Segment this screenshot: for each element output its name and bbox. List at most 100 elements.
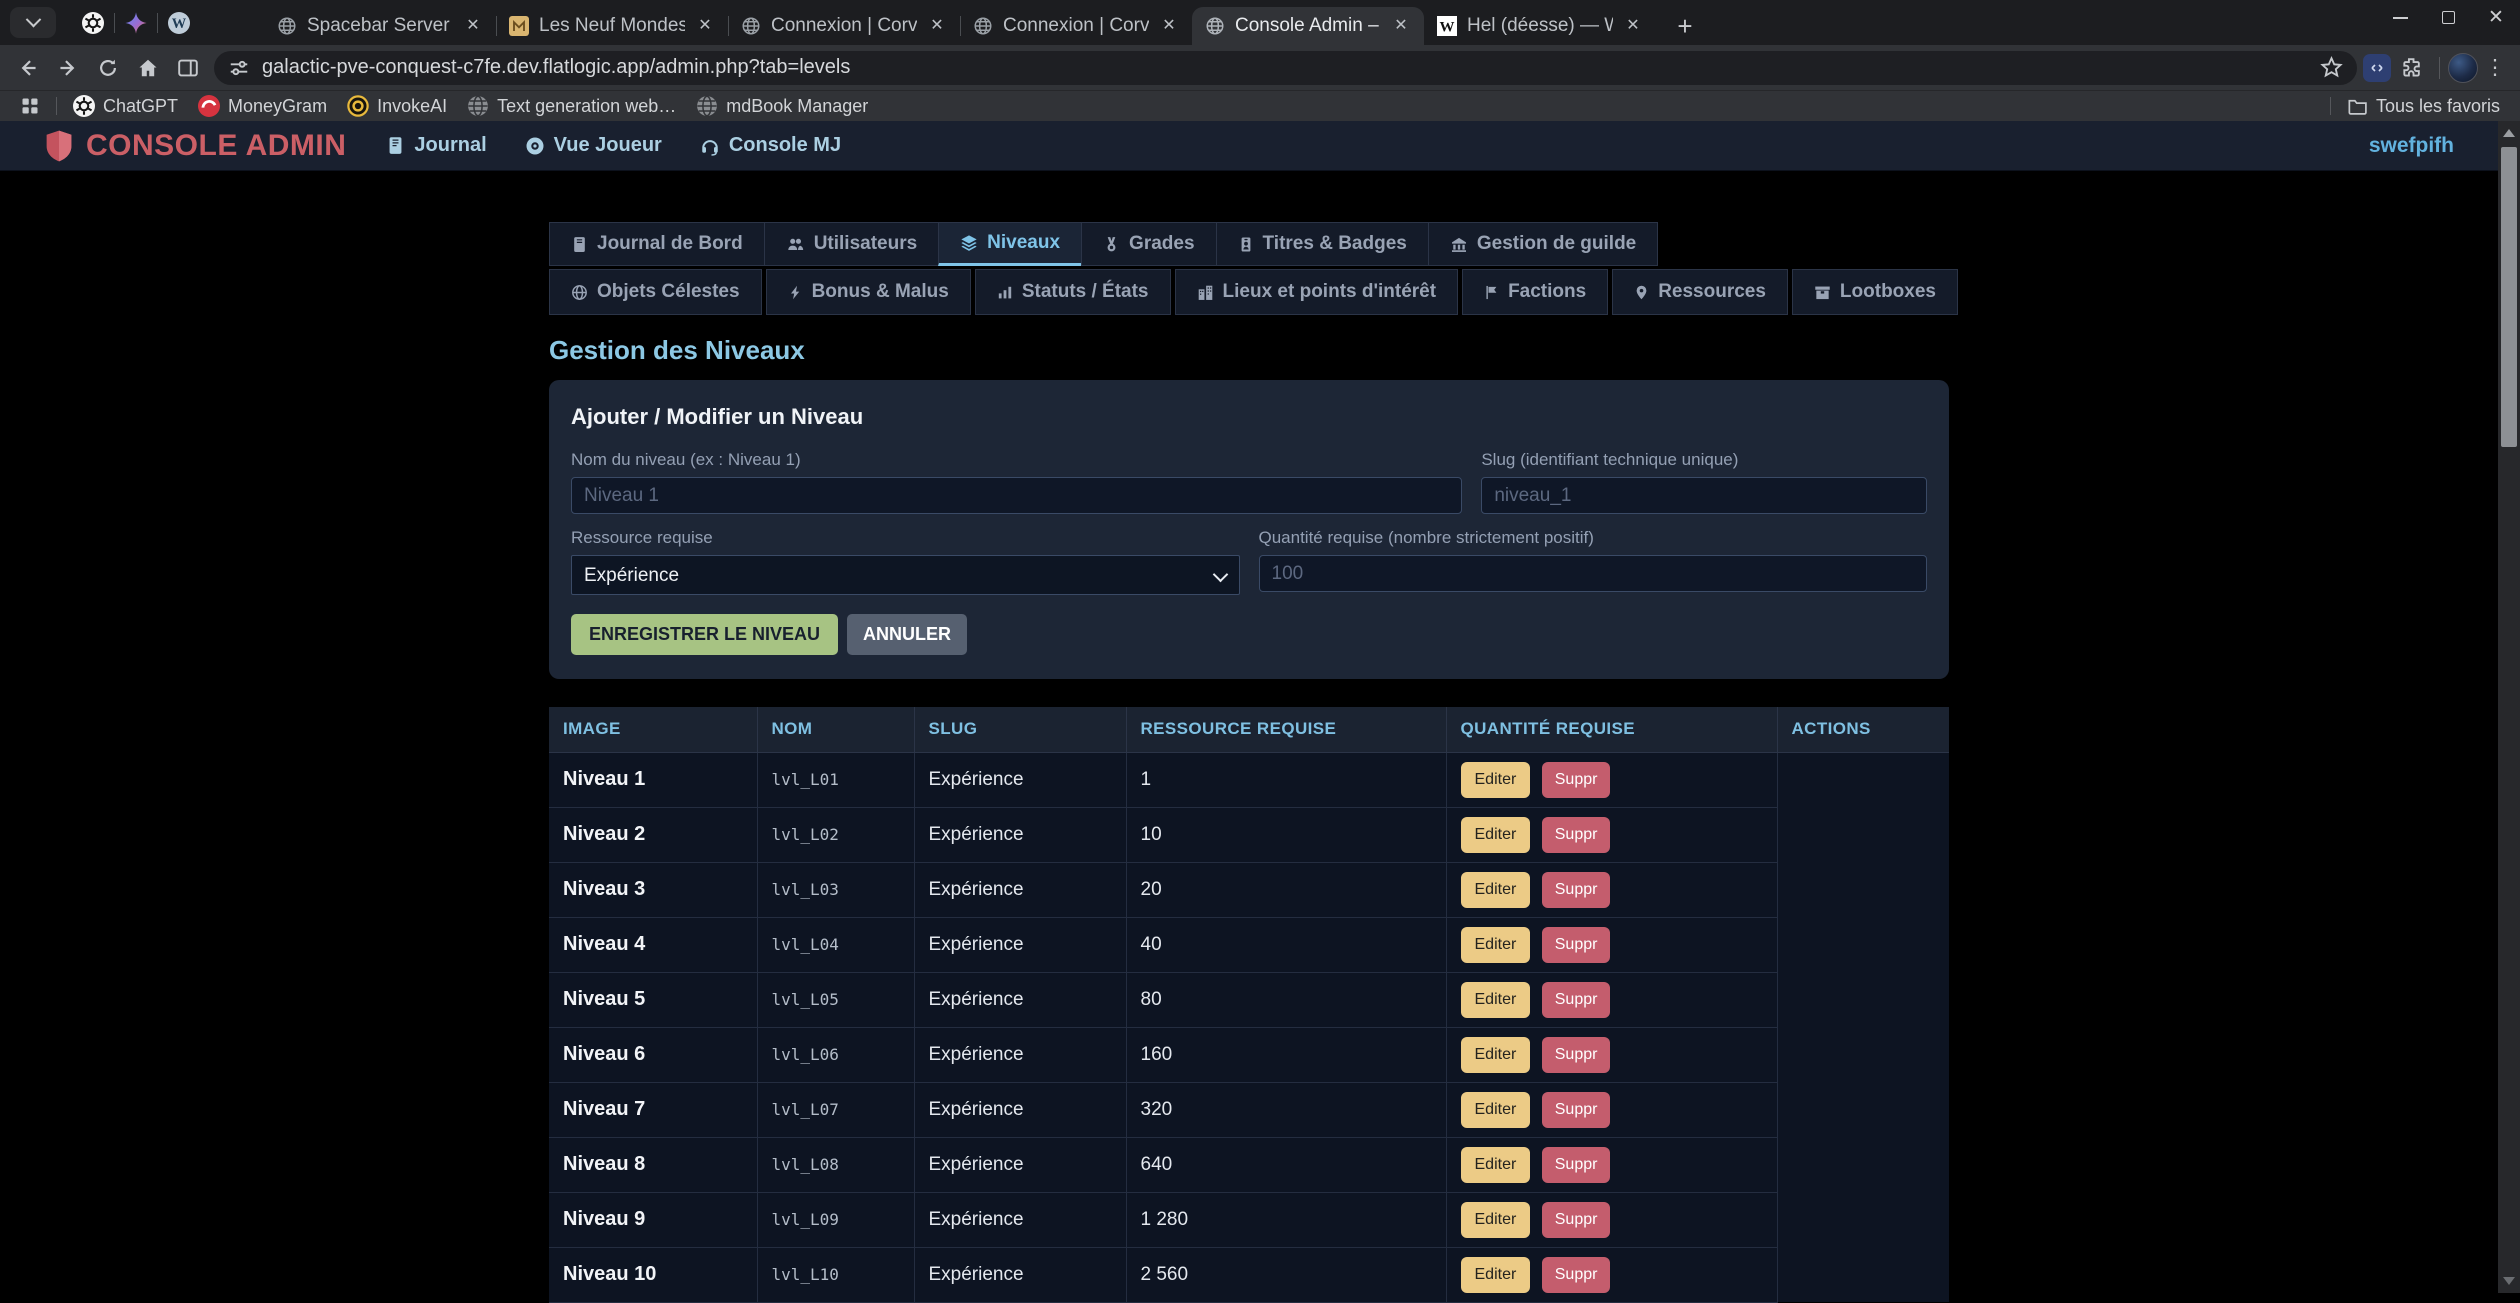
apps-button[interactable] <box>10 93 50 119</box>
delete-button[interactable]: Suppr <box>1542 1202 1611 1238</box>
actions-empty-cell <box>1777 1192 1949 1247</box>
nav-vue-joueur[interactable]: Vue Joueur <box>525 134 662 157</box>
bar-chart-icon <box>997 284 1013 300</box>
delete-button[interactable]: Suppr <box>1542 1147 1611 1183</box>
bookmark-moneygram[interactable]: MoneyGram <box>188 93 337 119</box>
pinned-tab-chatgpt[interactable] <box>72 4 114 42</box>
tab-gestion-guilde[interactable]: Gestion de guilde <box>1428 222 1658 266</box>
level-name-input[interactable] <box>571 477 1462 514</box>
profile-avatar[interactable] <box>2448 53 2478 83</box>
browser-tab[interactable]: Les Neuf Mondes de la Mythol ✕ <box>496 7 728 45</box>
cancel-button[interactable]: ANNULER <box>847 614 967 655</box>
scroll-up-arrow-icon[interactable] <box>2503 129 2515 137</box>
bookmark-mdbook[interactable]: mdBook Manager <box>686 93 878 119</box>
level-quantity: 2 560 <box>1141 1264 1189 1285</box>
extensions-button[interactable] <box>2391 49 2431 87</box>
pinned-tab-wordpress[interactable]: W <box>158 4 200 42</box>
edit-button[interactable]: Editer <box>1461 872 1531 908</box>
window-minimize-button[interactable] <box>2376 0 2424 35</box>
back-button[interactable] <box>8 49 48 87</box>
tab-lootboxes[interactable]: Lootboxes <box>1792 269 1958 315</box>
apps-grid-icon <box>20 96 40 116</box>
pinned-tab-gemini[interactable] <box>115 4 157 42</box>
window-close-button[interactable]: ✕ <box>2472 0 2520 35</box>
bookmark-invokeai[interactable]: InvokeAI <box>337 93 457 119</box>
scroll-down-arrow-icon[interactable] <box>2503 1277 2515 1285</box>
close-icon[interactable]: ✕ <box>1390 15 1412 37</box>
resource-select[interactable]: Expérience <box>571 555 1240 595</box>
tab-search-button[interactable] <box>10 7 56 38</box>
tab-titres-badges[interactable]: Titres & Badges <box>1216 222 1429 266</box>
browser-tab[interactable]: Spacebar Server ✕ <box>264 7 496 45</box>
browser-tab[interactable]: W Hel (déesse) — Wikipédia ✕ <box>1424 7 1656 45</box>
url-text[interactable]: galactic-pve-conquest-c7fe.dev.flatlogic… <box>262 56 2320 79</box>
edit-button[interactable]: Editer <box>1461 1092 1531 1128</box>
browser-tab[interactable]: Connexion | Corvara ✕ <box>728 7 960 45</box>
tab-grades[interactable]: Grades <box>1081 222 1216 266</box>
nav-journal[interactable]: Journal <box>386 134 486 157</box>
delete-button[interactable]: Suppr <box>1542 1037 1611 1073</box>
close-icon[interactable]: ✕ <box>694 15 716 37</box>
tab-ressources[interactable]: Ressources <box>1612 269 1788 315</box>
close-icon[interactable]: ✕ <box>926 15 948 37</box>
bookmark-textgen[interactable]: Text generation web… <box>457 93 686 119</box>
edit-button[interactable]: Editer <box>1461 817 1531 853</box>
delete-button[interactable]: Suppr <box>1542 762 1611 798</box>
reload-button[interactable] <box>88 49 128 87</box>
delete-button[interactable]: Suppr <box>1542 872 1611 908</box>
delete-button[interactable]: Suppr <box>1542 817 1611 853</box>
delete-button[interactable]: Suppr <box>1542 927 1611 963</box>
level-slug-input[interactable] <box>1481 477 1927 514</box>
level-quantity: 40 <box>1141 934 1162 955</box>
window-maximize-button[interactable] <box>2424 0 2472 35</box>
edit-button[interactable]: Editer <box>1461 1202 1531 1238</box>
home-button[interactable] <box>128 49 168 87</box>
site-settings-icon[interactable] <box>228 57 250 79</box>
edit-button[interactable]: Editer <box>1461 1037 1531 1073</box>
table-row: Niveau 10 lvl_L10 Expérience 2 560 Edite… <box>549 1247 1949 1302</box>
table-row: Niveau 6 lvl_L06 Expérience 160 Editer S… <box>549 1027 1949 1082</box>
tab-utilisateurs[interactable]: Utilisateurs <box>764 222 939 266</box>
forward-button[interactable] <box>48 49 88 87</box>
username[interactable]: swefpifh <box>2369 134 2454 158</box>
browser-tab[interactable]: Connexion | Corvara ✕ <box>960 7 1192 45</box>
bookmark-label: MoneyGram <box>228 96 327 117</box>
app-title: CONSOLE ADMIN <box>86 129 346 163</box>
browser-menu-button[interactable]: ⋮ <box>2478 55 2512 80</box>
close-icon[interactable]: ✕ <box>462 15 484 37</box>
edit-button[interactable]: Editer <box>1461 927 1531 963</box>
edit-button[interactable]: Editer <box>1461 1257 1531 1293</box>
table-row: Niveau 7 lvl_L07 Expérience 320 Editer S… <box>549 1082 1949 1137</box>
nav-console-mj[interactable]: Console MJ <box>700 134 841 157</box>
pinned-extension-button[interactable] <box>2363 54 2391 82</box>
side-panel-button[interactable] <box>168 49 208 87</box>
delete-button[interactable]: Suppr <box>1542 1092 1611 1128</box>
address-bar[interactable]: galactic-pve-conquest-c7fe.dev.flatlogic… <box>214 51 2357 85</box>
close-icon[interactable]: ✕ <box>1158 15 1180 37</box>
close-icon[interactable]: ✕ <box>1622 15 1644 37</box>
delete-button[interactable]: Suppr <box>1542 982 1611 1018</box>
tab-statuts-etats[interactable]: Statuts / États <box>975 269 1171 315</box>
all-bookmarks-button[interactable]: Tous les favoris <box>2337 93 2510 119</box>
level-resource: Expérience <box>929 769 1024 790</box>
quantity-input[interactable] <box>1259 555 1928 592</box>
bookmark-star-icon[interactable] <box>2320 56 2343 79</box>
tab-bonus-malus[interactable]: Bonus & Malus <box>766 269 971 315</box>
tab-objets-celestes[interactable]: Objets Célestes <box>549 269 762 315</box>
edit-button[interactable]: Editer <box>1461 1147 1531 1183</box>
scrollbar-thumb[interactable] <box>2501 147 2517 447</box>
new-tab-button[interactable]: + <box>1670 11 1700 41</box>
delete-button[interactable]: Suppr <box>1542 1257 1611 1293</box>
tab-journal-de-bord[interactable]: Journal de Bord <box>549 222 765 266</box>
save-level-button[interactable]: ENREGISTRER LE NIVEAU <box>571 614 838 655</box>
app-brand: CONSOLE ADMIN <box>44 129 346 163</box>
edit-button[interactable]: Editer <box>1461 762 1531 798</box>
browser-scrollbar[interactable] <box>2498 121 2520 1293</box>
bookmark-chatgpt[interactable]: ChatGPT <box>63 93 188 119</box>
tab-lieux-poi[interactable]: Lieux et points d'intérêt <box>1175 269 1459 315</box>
tab-factions[interactable]: Factions <box>1462 269 1608 315</box>
edit-button[interactable]: Editer <box>1461 982 1531 1018</box>
tab-niveaux[interactable]: Niveaux <box>938 222 1082 266</box>
browser-tab-active[interactable]: Console Admin – Nexus ✕ <box>1192 7 1424 45</box>
level-resource: Expérience <box>929 879 1024 900</box>
